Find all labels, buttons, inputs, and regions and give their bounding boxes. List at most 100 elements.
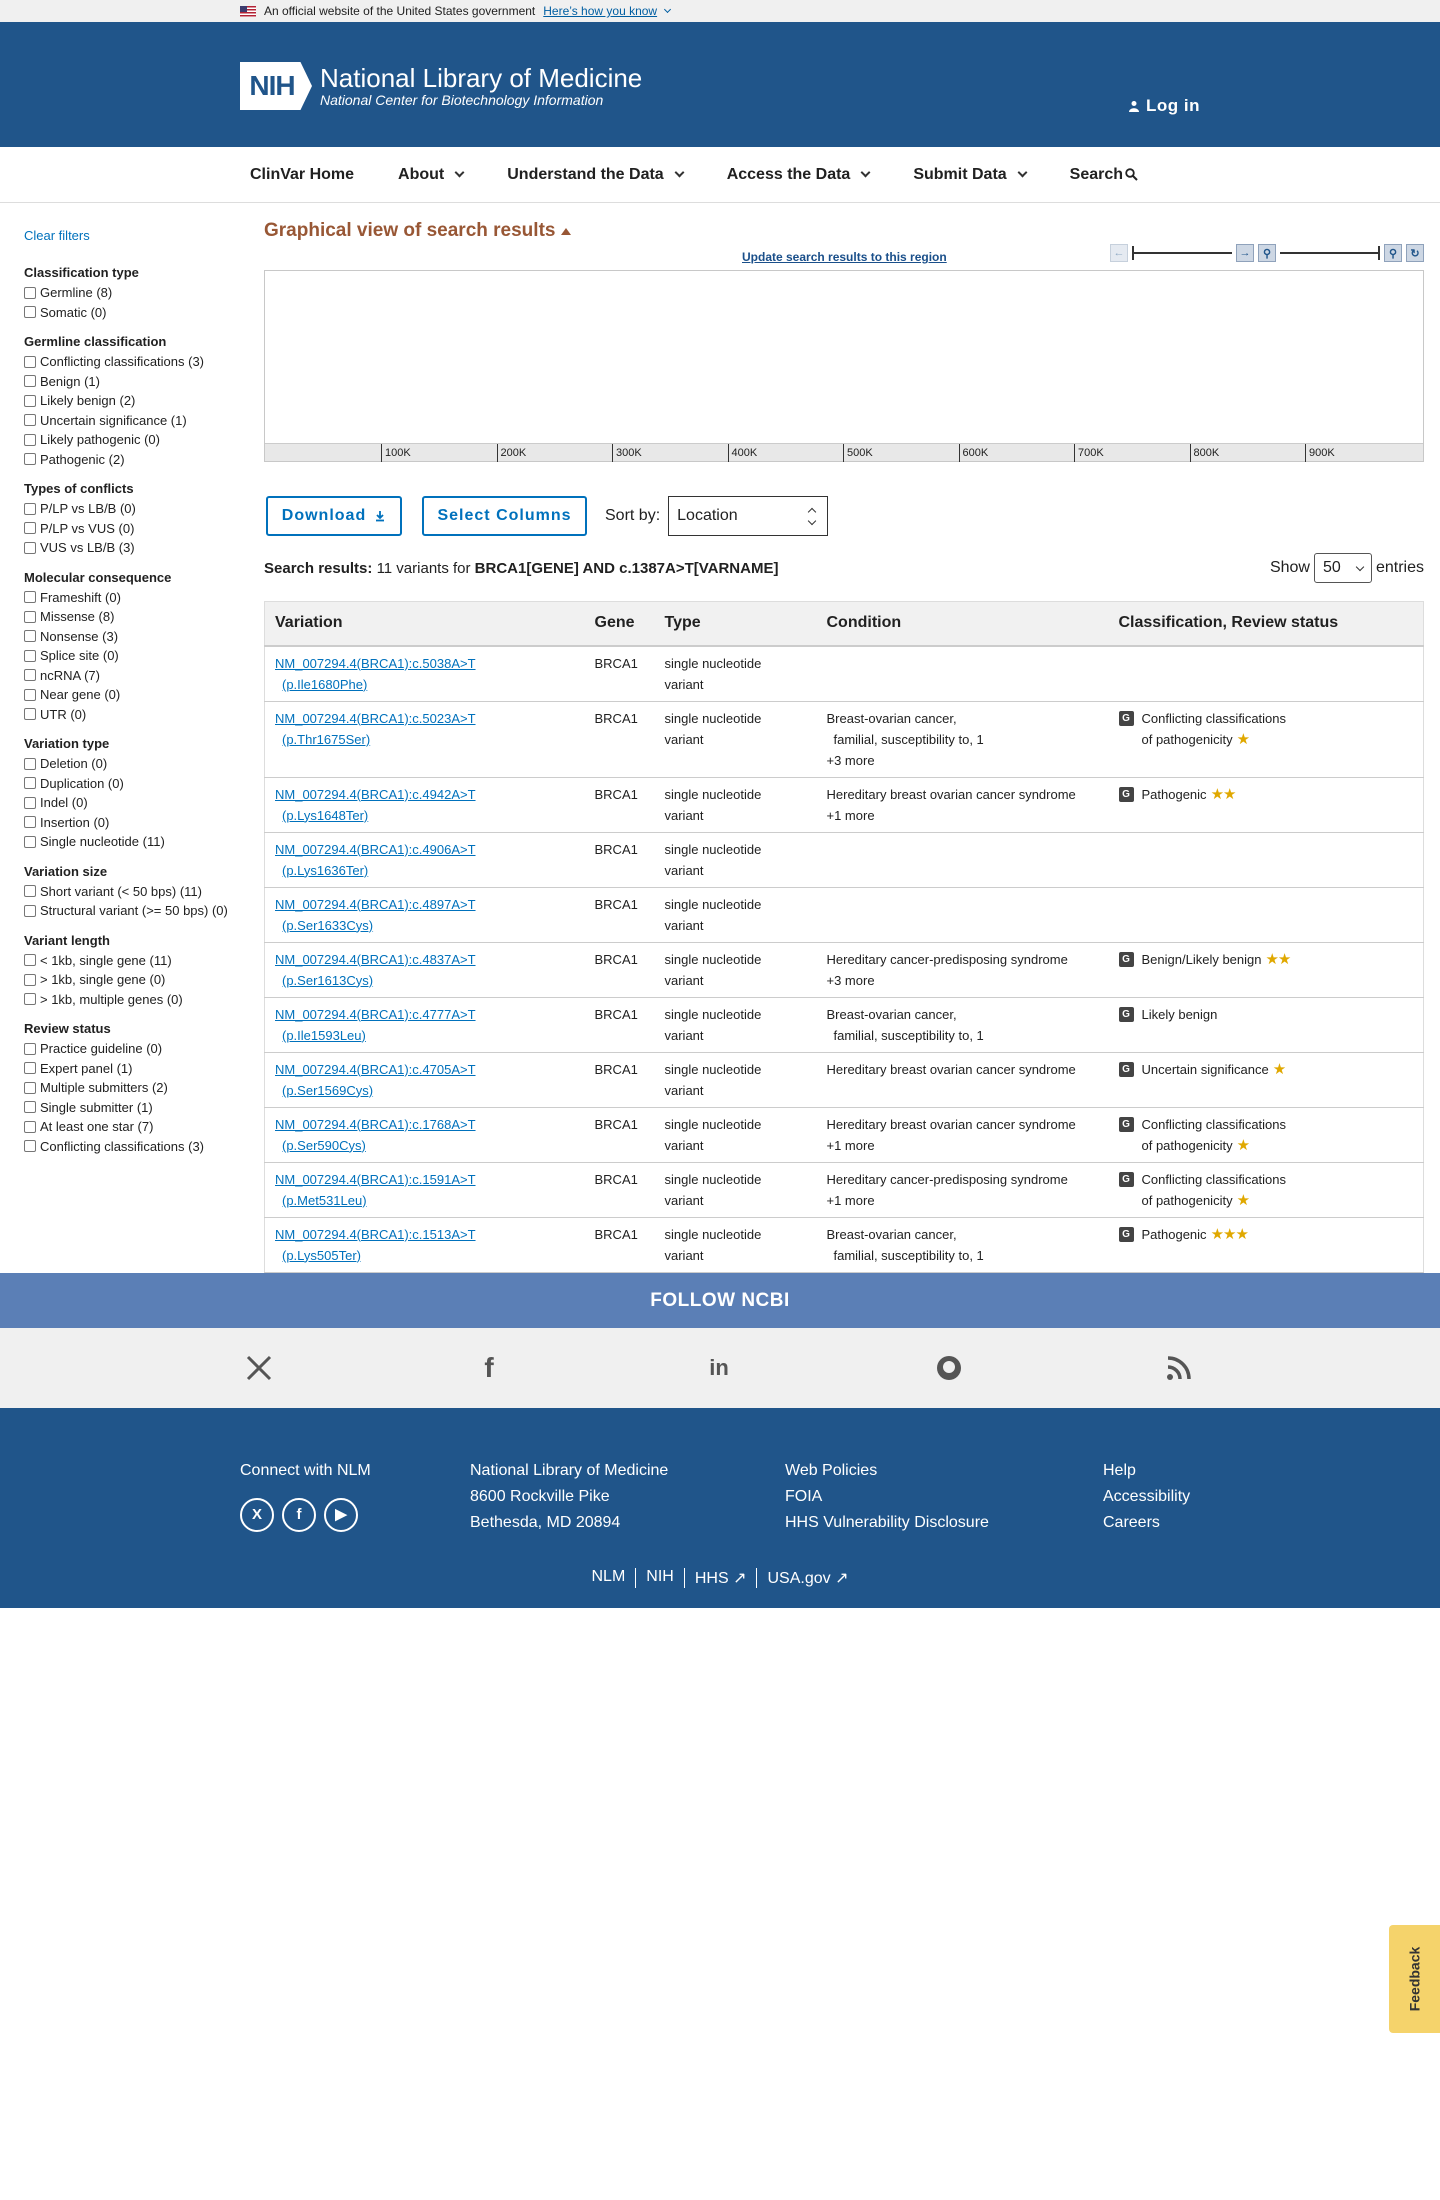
nih-link[interactable]: NIH [636,1568,685,1588]
condition-name[interactable]: Breast-ovarian cancer, [827,711,957,726]
zoom-out-icon[interactable]: ⚲ [1258,244,1276,262]
clear-filters-link[interactable]: Clear filters [24,228,244,243]
condition-name[interactable]: Hereditary breast ovarian cancer syndrom… [827,1117,1076,1132]
col-condition[interactable]: Condition [816,601,1109,647]
filter-option[interactable]: ncRNA (7) [24,666,244,686]
filter-option[interactable]: Uncertain significance (1) [24,411,244,431]
filter-option[interactable]: Single nucleotide (11) [24,832,244,852]
filter-option[interactable]: > 1kb, multiple genes (0) [24,990,244,1010]
filter-checkbox[interactable] [24,630,36,643]
filter-option[interactable]: Short variant (< 50 bps) (11) [24,882,244,902]
filter-checkbox[interactable] [24,993,36,1006]
condition-more[interactable]: +1 more [827,1190,1099,1211]
linkedin-icon[interactable]: in [703,1352,735,1384]
filter-checkbox[interactable] [24,816,36,829]
hhs-vulnerability-link[interactable]: HHS Vulnerability Disclosure [785,1510,989,1536]
foia-link[interactable]: FOIA [785,1484,989,1510]
variation-link[interactable]: NM_007294.4(BRCA1):c.1513A>T (p.Lys505Ter… [275,1227,575,1266]
filter-checkbox[interactable] [24,286,36,299]
filter-option[interactable]: > 1kb, single gene (0) [24,970,244,990]
hhs-link[interactable]: HHS ↗ [685,1568,758,1588]
condition-name[interactable]: Hereditary breast ovarian cancer syndrom… [827,1062,1076,1077]
sort-select[interactable]: Location [668,496,829,536]
nlm-logo[interactable]: NIH National Library of Medicine Nationa… [240,62,642,110]
refresh-icon[interactable]: ↻ [1406,244,1424,262]
variation-link[interactable]: NM_007294.4(BRCA1):c.4705A>T (p.Ser1569Cy… [275,1062,575,1101]
pan-left-icon[interactable]: ← [1110,244,1128,262]
variation-link[interactable]: NM_007294.4(BRCA1):c.5038A>T (p.Ile1680Ph… [275,656,575,695]
filter-option[interactable]: Duplication (0) [24,774,244,794]
variation-link[interactable]: NM_007294.4(BRCA1):c.1591A>T (p.Met531Leu… [275,1172,575,1211]
rss-icon[interactable] [1163,1352,1195,1384]
filter-option[interactable]: Deletion (0) [24,754,244,774]
col-gene[interactable]: Gene [584,601,655,647]
feedback-button[interactable]: Feedback [1389,1925,1440,2033]
filter-option[interactable]: Somatic (0) [24,303,244,323]
variation-link[interactable]: NM_007294.4(BRCA1):c.5023A>T (p.Thr1675Se… [275,711,575,750]
col-type[interactable]: Type [654,601,817,647]
condition-name[interactable]: Hereditary breast ovarian cancer syndrom… [827,787,1076,802]
variation-link[interactable]: NM_007294.4(BRCA1):c.4906A>T (p.Lys1636Te… [275,842,575,881]
filter-option[interactable]: Multiple submitters (2) [24,1078,244,1098]
filter-checkbox[interactable] [24,1140,36,1153]
filter-checkbox[interactable] [24,591,36,604]
filter-option[interactable]: Likely benign (2) [24,391,244,411]
filter-checkbox[interactable] [24,835,36,848]
condition-more[interactable]: +3 more [827,970,1099,991]
filter-checkbox[interactable] [24,522,36,535]
filter-checkbox[interactable] [24,688,36,701]
x-icon[interactable]: X [240,1498,274,1532]
login-button[interactable]: Log in [1128,96,1200,116]
filter-option[interactable]: Indel (0) [24,793,244,813]
how-you-know-link[interactable]: Here’s how you know [543,4,657,18]
filter-option[interactable]: Frameshift (0) [24,588,244,608]
filter-option[interactable]: Benign (1) [24,372,244,392]
pan-slider[interactable] [1132,244,1232,262]
usagov-link[interactable]: USA.gov ↗ [757,1568,858,1588]
filter-option[interactable]: Insertion (0) [24,813,244,833]
x-icon[interactable] [243,1352,275,1384]
col-classification[interactable]: Classification, Review status [1108,601,1424,647]
filter-option[interactable]: Nonsense (3) [24,627,244,647]
variation-link[interactable]: NM_007294.4(BRCA1):c.4942A>T (p.Lys1648Te… [275,787,575,826]
filter-option[interactable]: Conflicting classifications (3) [24,1137,244,1157]
filter-checkbox[interactable] [24,1062,36,1075]
zoom-in-icon[interactable]: ⚲ [1384,244,1402,262]
condition-name[interactable]: Hereditary cancer-predisposing syndrome [827,952,1068,967]
filter-checkbox[interactable] [24,954,36,967]
update-region-link[interactable]: Update search results to this region [742,250,947,264]
filter-option[interactable]: Pathogenic (2) [24,450,244,470]
download-button[interactable]: Download [266,496,402,536]
filter-option[interactable]: Structural variant (>= 50 bps) (0) [24,901,244,921]
condition-name[interactable]: Hereditary cancer-predisposing syndrome [827,1172,1068,1187]
filter-option[interactable]: < 1kb, single gene (11) [24,951,244,971]
filter-option[interactable]: UTR (0) [24,705,244,725]
condition-more[interactable]: +1 more [827,805,1099,826]
filter-option[interactable]: Near gene (0) [24,685,244,705]
filter-checkbox[interactable] [24,355,36,368]
filter-checkbox[interactable] [24,1042,36,1055]
facebook-icon[interactable]: f [473,1352,505,1384]
filter-option[interactable]: VUS vs LB/B (3) [24,538,244,558]
filter-checkbox[interactable] [24,306,36,319]
nlm-link[interactable]: NLM [582,1568,637,1588]
variation-link[interactable]: NM_007294.4(BRCA1):c.4897A>T (p.Ser1633Cy… [275,897,575,936]
entries-select[interactable]: 50 [1313,553,1372,583]
address-line[interactable]: National Library of Medicine [470,1458,668,1484]
filter-option[interactable]: Missense (8) [24,607,244,627]
filter-checkbox[interactable] [24,669,36,682]
nav-access-data[interactable]: Access the Data [727,166,871,184]
nav-clinvar-home[interactable]: ClinVar Home [250,166,354,184]
filter-option[interactable]: Expert panel (1) [24,1059,244,1079]
facebook-icon[interactable]: f [282,1498,316,1532]
condition-more[interactable]: +3 more [827,750,1099,771]
careers-link[interactable]: Careers [1103,1510,1190,1536]
filter-checkbox[interactable] [24,502,36,515]
filter-option[interactable]: Practice guideline (0) [24,1039,244,1059]
filter-checkbox[interactable] [24,433,36,446]
filter-checkbox[interactable] [24,1101,36,1114]
nav-submit-data[interactable]: Submit Data [913,166,1028,184]
filter-option[interactable]: Germline (8) [24,283,244,303]
filter-checkbox[interactable] [24,796,36,809]
github-icon[interactable] [933,1352,965,1384]
